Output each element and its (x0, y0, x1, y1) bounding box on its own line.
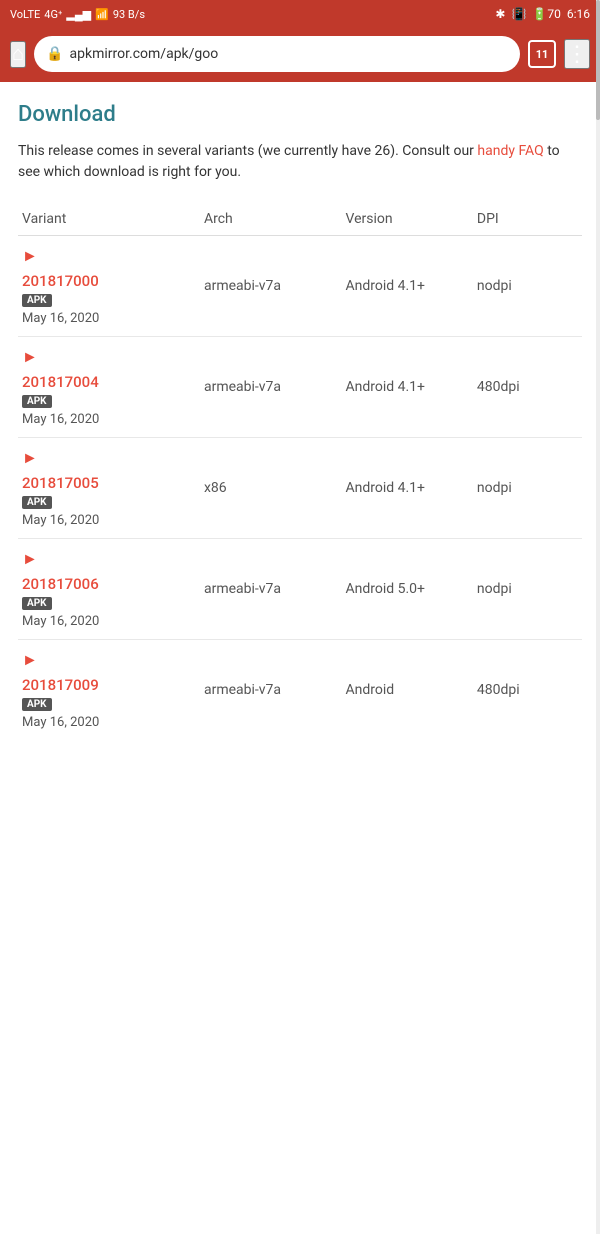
apk-badge: APK (22, 698, 52, 711)
header-dpi: DPI (477, 211, 578, 227)
variant-date: May 16, 2020 (22, 412, 204, 427)
browser-chrome: ⌂ 🔒 apkmirror.com/apk/goo 11 ⋮ (0, 28, 600, 82)
bookmark-icon: ► (22, 549, 204, 569)
variant-dpi: nodpi (477, 581, 578, 597)
header-variant: Variant (22, 211, 204, 227)
lock-icon: 🔒 (46, 46, 63, 62)
variant-arch: x86 (204, 480, 346, 496)
bookmark-icon: ► (22, 650, 204, 670)
url-text: apkmirror.com/apk/goo (70, 46, 219, 62)
status-right: ✱ 📳 🔋70 6:16 (495, 7, 590, 21)
scrollbar-track (596, 0, 600, 1234)
variant-number[interactable]: 201817004 (22, 373, 204, 391)
table-row[interactable]: ► 201817009 APK May 16, 2020 armeabi-v7a… (18, 640, 582, 730)
variant-dpi: 480dpi (477, 379, 578, 395)
variant-arch: armeabi-v7a (204, 682, 346, 698)
variant-info: ► 201817004 APK May 16, 2020 (22, 347, 204, 427)
intro-text-1: This release comes in several variants (… (18, 143, 477, 159)
status-bar: VoLTE 4G⁺ ▂▄▆ 📶 93 B/s ✱ 📳 🔋70 6:16 (0, 0, 600, 28)
variant-info: ► 201817009 APK May 16, 2020 (22, 650, 204, 730)
variant-number[interactable]: 201817009 (22, 676, 204, 694)
apk-badge: APK (22, 597, 52, 610)
variant-version: Android 4.1+ (345, 278, 476, 294)
table-header: Variant Arch Version DPI (18, 203, 582, 236)
apk-badge: APK (22, 395, 52, 408)
variant-date: May 16, 2020 (22, 715, 204, 730)
table-row[interactable]: ► 201817005 APK May 16, 2020 x86 Android… (18, 438, 582, 539)
apk-badge: APK (22, 496, 52, 509)
variants-list: ► 201817000 APK May 16, 2020 armeabi-v7a… (18, 236, 582, 730)
variant-arch: armeabi-v7a (204, 278, 346, 294)
variant-arch: armeabi-v7a (204, 379, 346, 395)
signal-bars: ▂▄▆ (66, 8, 91, 21)
battery-indicator: 🔋70 (532, 7, 560, 21)
network-indicator: 4G⁺ (44, 8, 62, 21)
variant-number[interactable]: 201817006 (22, 575, 204, 593)
time-display: 6:16 (567, 7, 590, 21)
bookmark-icon: ► (22, 347, 204, 367)
variant-dpi: nodpi (477, 480, 578, 496)
faq-link[interactable]: handy FAQ (477, 143, 543, 159)
variant-date: May 16, 2020 (22, 614, 204, 629)
variant-version: Android (345, 682, 476, 698)
variant-date: May 16, 2020 (22, 513, 204, 528)
home-button[interactable]: ⌂ (10, 41, 26, 68)
variant-number[interactable]: 201817005 (22, 474, 204, 492)
url-bar[interactable]: 🔒 apkmirror.com/apk/goo (34, 36, 520, 72)
table-row[interactable]: ► 201817000 APK May 16, 2020 armeabi-v7a… (18, 236, 582, 337)
wifi-icon: 📶 (95, 8, 109, 21)
bookmark-icon: ► (22, 448, 204, 468)
tab-count-button[interactable]: 11 (528, 40, 556, 68)
variant-info: ► 201817005 APK May 16, 2020 (22, 448, 204, 528)
bluetooth-icon: ✱ (495, 7, 505, 21)
section-title: Download (18, 102, 582, 127)
variant-version: Android 4.1+ (345, 480, 476, 496)
scrollbar-thumb (596, 0, 600, 120)
header-arch: Arch (204, 211, 346, 227)
variant-date: May 16, 2020 (22, 311, 204, 326)
apk-badge: APK (22, 294, 52, 307)
volte-indicator: VoLTE (10, 8, 40, 21)
browser-menu-button[interactable]: ⋮ (564, 39, 590, 69)
intro-paragraph: This release comes in several variants (… (18, 141, 582, 183)
page-content: Download This release comes in several v… (0, 82, 600, 750)
variant-arch: armeabi-v7a (204, 581, 346, 597)
variant-version: Android 4.1+ (345, 379, 476, 395)
table-row[interactable]: ► 201817004 APK May 16, 2020 armeabi-v7a… (18, 337, 582, 438)
bookmark-icon: ► (22, 246, 204, 266)
variant-info: ► 201817000 APK May 16, 2020 (22, 246, 204, 326)
variant-dpi: 480dpi (477, 682, 578, 698)
variant-version: Android 5.0+ (345, 581, 476, 597)
variant-dpi: nodpi (477, 278, 578, 294)
network-speed: 93 B/s (113, 8, 145, 21)
variant-number[interactable]: 201817000 (22, 272, 204, 290)
table-row[interactable]: ► 201817006 APK May 16, 2020 armeabi-v7a… (18, 539, 582, 640)
header-version: Version (345, 211, 476, 227)
status-left: VoLTE 4G⁺ ▂▄▆ 📶 93 B/s (10, 8, 145, 21)
variant-info: ► 201817006 APK May 16, 2020 (22, 549, 204, 629)
vibrate-icon: 📳 (511, 7, 526, 21)
